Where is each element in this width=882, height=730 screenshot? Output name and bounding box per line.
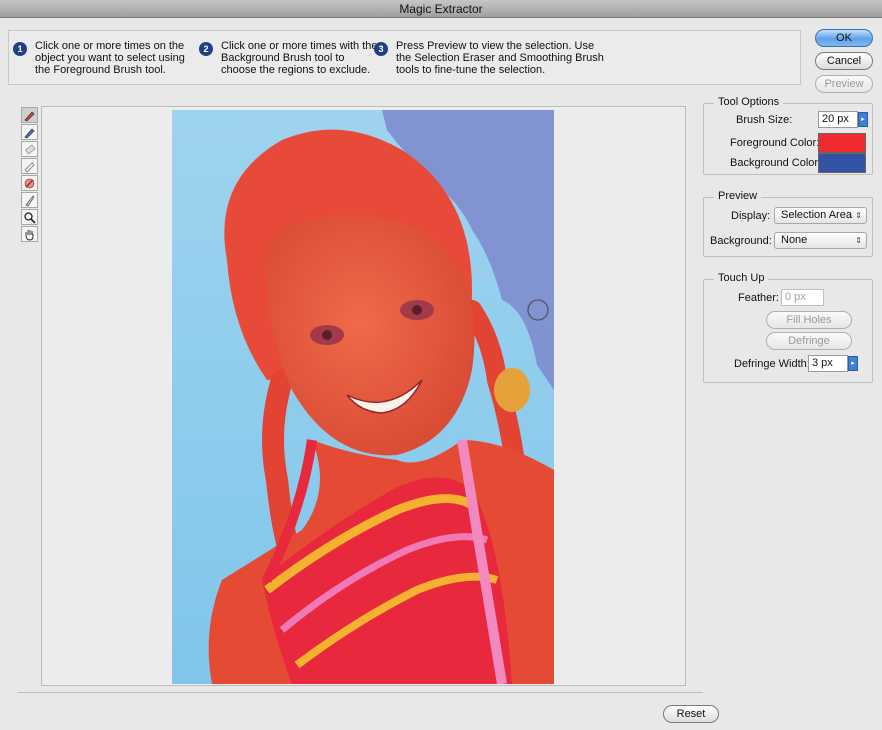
step-number-2-icon: 2 <box>199 42 213 56</box>
instruction-text-1: Click one or more times on the object yo… <box>35 40 185 76</box>
touch-up-group: Touch Up Feather: 0 px Fill Holes Defrin… <box>703 272 873 383</box>
brush-size-field[interactable]: 20 px <box>818 111 858 128</box>
zoom-icon[interactable] <box>21 209 38 225</box>
display-label: Display: <box>731 210 771 222</box>
defringe-width-field[interactable]: 3 px <box>808 355 848 372</box>
preview-group: Preview Display: Selection Area ⇕ Backgr… <box>703 190 873 257</box>
defringe-width-label: Defringe Width: <box>734 358 810 370</box>
select-arrows-icon: ⇕ <box>855 236 862 245</box>
defringe-button[interactable]: Defringe <box>766 332 852 350</box>
instructions-panel: 1 Click one or more times on the object … <box>8 30 801 85</box>
tool-options-title: Tool Options <box>714 96 784 108</box>
window-title: Magic Extractor <box>0 0 882 18</box>
instruction-text-3: Press Preview to view the selection. Use… <box>396 40 604 76</box>
smoothing-brush-icon[interactable] <box>21 192 38 208</box>
tool-palette <box>21 107 39 243</box>
cancel-button[interactable]: Cancel <box>815 52 873 70</box>
instruction-step-1: 1 Click one or more times on the object … <box>13 40 193 76</box>
tool-options-group: Tool Options Brush Size: 20 px ▸ Foregro… <box>703 96 873 175</box>
defringe-width-stepper-icon[interactable]: ▸ <box>848 356 858 371</box>
instruction-step-2: 2 Click one or more times with the Backg… <box>199 40 379 76</box>
display-select[interactable]: Selection Area ⇕ <box>774 207 867 224</box>
background-brush-icon[interactable] <box>21 124 38 140</box>
ok-button[interactable]: OK <box>815 29 873 47</box>
brush-size-label: Brush Size: <box>736 114 793 126</box>
point-eraser-icon[interactable] <box>21 141 38 157</box>
photo-preview[interactable] <box>172 110 554 684</box>
display-select-value: Selection Area <box>781 209 852 221</box>
brush-size-stepper-icon[interactable]: ▸ <box>858 112 868 127</box>
select-arrows-icon: ⇕ <box>855 211 862 220</box>
background-color-label: Background Color: <box>730 157 822 169</box>
background-color-swatch[interactable] <box>818 153 866 173</box>
feather-field[interactable]: 0 px <box>781 289 824 306</box>
feather-label: Feather: <box>738 292 779 304</box>
photo-image <box>172 110 554 684</box>
remove-from-selection-icon[interactable] <box>21 175 38 191</box>
instruction-text-2: Click one or more times with the Backgro… <box>221 40 378 76</box>
foreground-color-swatch[interactable] <box>818 133 866 153</box>
background-select-value: None <box>781 234 808 246</box>
foreground-brush-icon[interactable] <box>21 107 38 123</box>
background-select[interactable]: None ⇕ <box>774 232 867 249</box>
background-label: Background: <box>710 235 772 247</box>
divider <box>18 692 703 693</box>
preview-button[interactable]: Preview <box>815 75 873 93</box>
image-canvas[interactable] <box>41 106 686 686</box>
reset-button[interactable]: Reset <box>663 705 719 723</box>
step-number-1-icon: 1 <box>13 42 27 56</box>
hand-icon[interactable] <box>21 226 38 242</box>
instruction-step-3: 3 Press Preview to view the selection. U… <box>374 40 604 76</box>
foreground-color-label: Foreground Color: <box>730 137 820 149</box>
fill-holes-button[interactable]: Fill Holes <box>766 311 852 329</box>
step-number-3-icon: 3 <box>374 42 388 56</box>
preview-title: Preview <box>714 190 762 202</box>
touch-up-title: Touch Up <box>714 272 769 284</box>
add-to-selection-icon[interactable] <box>21 158 38 174</box>
